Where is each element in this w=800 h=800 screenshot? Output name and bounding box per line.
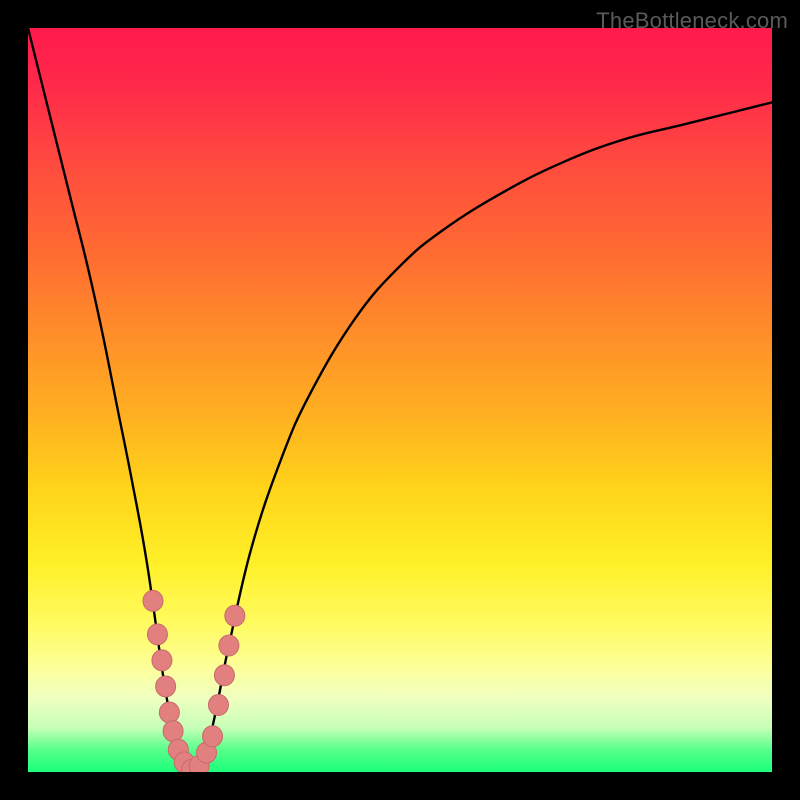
data-marker (225, 605, 245, 626)
data-marker (159, 702, 179, 723)
bottleneck-curve-path (28, 28, 772, 772)
data-marker (152, 650, 172, 671)
data-marker (219, 635, 239, 656)
data-marker (214, 665, 234, 686)
data-marker (156, 676, 176, 697)
watermark-text: TheBottleneck.com (596, 8, 788, 34)
data-marker (147, 624, 167, 645)
chart-svg (28, 28, 772, 772)
chart-frame: TheBottleneck.com (0, 0, 800, 800)
data-marker (203, 726, 223, 747)
data-marker (163, 721, 183, 742)
data-marker (143, 590, 163, 611)
data-marker (208, 695, 228, 716)
plot-area (28, 28, 772, 772)
marker-group (143, 590, 245, 772)
curve-group (28, 28, 772, 772)
